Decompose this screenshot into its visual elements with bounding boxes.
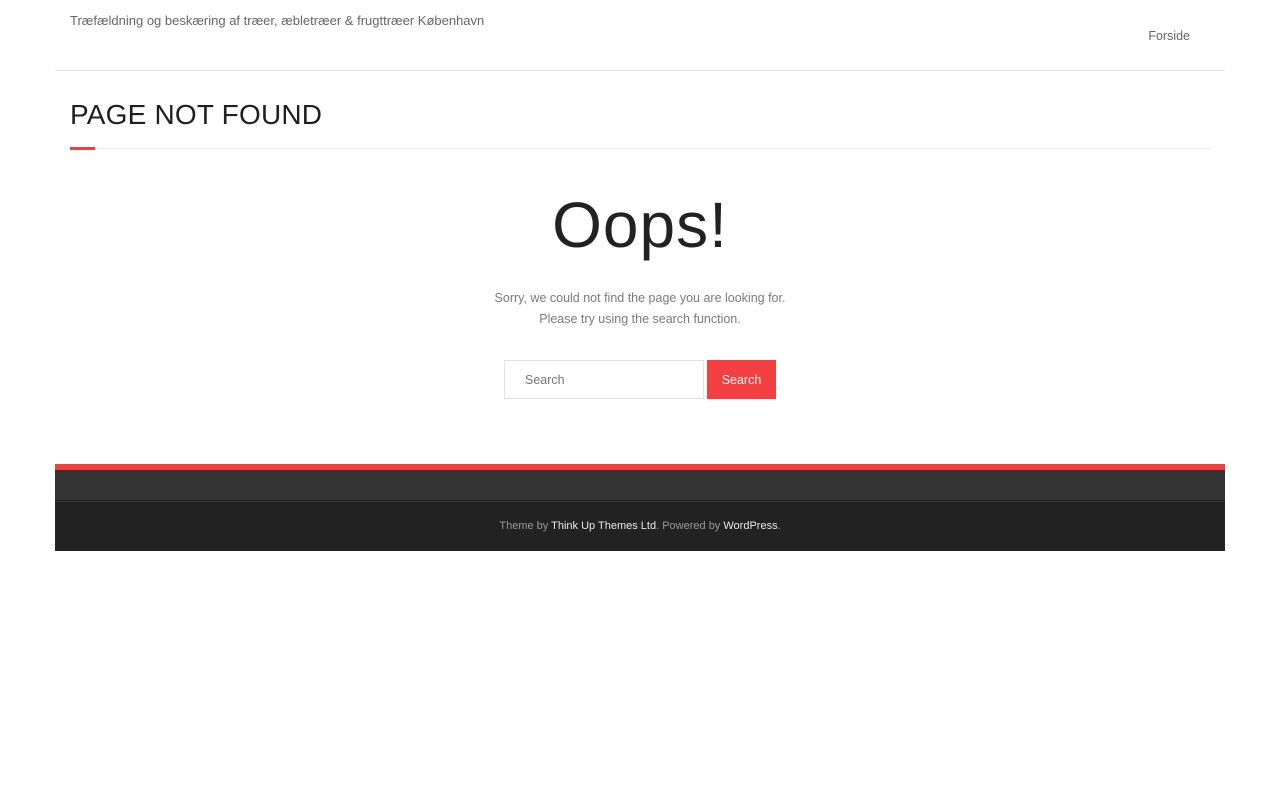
footer-widget-area (55, 464, 1225, 501)
error-message: Sorry, we could not find the page you ar… (0, 288, 1280, 330)
page-title: PAGE NOT FOUND (70, 99, 323, 130)
main-nav: Forside (1148, 27, 1190, 45)
site-header: Træfældning og beskæring af træer, æblet… (55, 0, 1225, 71)
search-input[interactable] (504, 360, 704, 399)
footer-theme-prefix: Theme by (499, 520, 549, 532)
footer-copyright: Theme by Think Up Themes Ltd. Powered by… (55, 502, 1225, 551)
error-message-line-2: Please try using the search function. (539, 312, 741, 326)
main-content: Oops! Sorry, we could not find the page … (0, 180, 1280, 399)
error-message-line-1: Sorry, we could not find the page you ar… (494, 291, 786, 305)
error-heading: Oops! (552, 189, 728, 261)
footer-theme-link[interactable]: Think Up Themes Ltd (551, 520, 656, 532)
footer-wordpress-link[interactable]: WordPress (723, 520, 777, 532)
footer-powered-prefix: . Powered by (656, 520, 721, 532)
page-intro: PAGE NOT FOUND (70, 97, 1210, 150)
site-footer: Theme by Think Up Themes Ltd. Powered by… (55, 464, 1225, 551)
search-form: Search (0, 360, 1280, 399)
search-button[interactable]: Search (707, 360, 776, 399)
footer-suffix: . (777, 520, 781, 532)
nav-link-home[interactable]: Forside (1148, 29, 1190, 43)
title-accent-bar (70, 147, 95, 150)
page: Træfældning og beskæring af træer, æblet… (0, 0, 1280, 800)
site-tagline: Træfældning og beskæring af træer, æblet… (70, 13, 485, 28)
